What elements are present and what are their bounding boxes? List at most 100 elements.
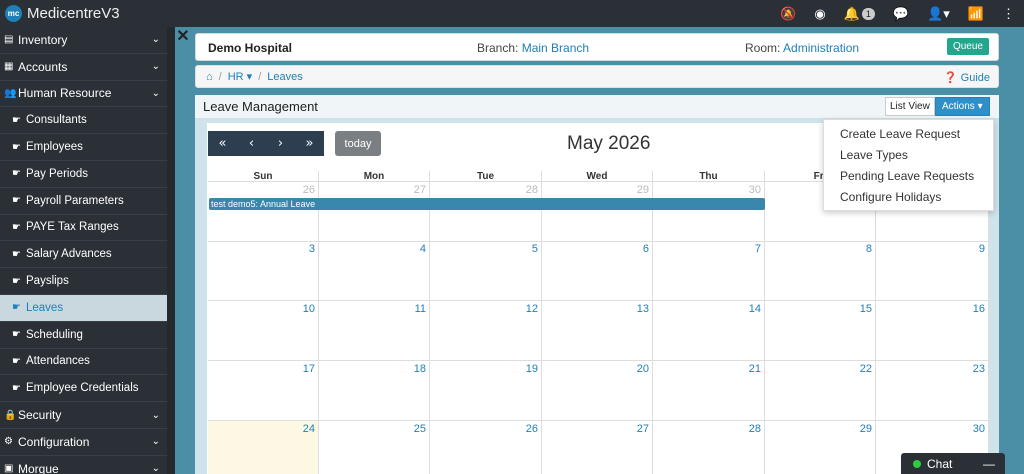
breadcrumb-leaves[interactable]: Leaves xyxy=(267,71,302,83)
sidebar-item-morgue[interactable]: ▣ Morgue ⌄ xyxy=(0,456,167,474)
user-circle-icon[interactable]: ◉ xyxy=(814,6,825,22)
calendar-day-cell[interactable]: 11 xyxy=(319,301,430,361)
sidebar: ▤ Inventory ⌄ ▦ Accounts ⌄ 👥 Human Resou… xyxy=(0,27,167,474)
next-month-button[interactable]: › xyxy=(266,131,295,156)
calendar-day-cell[interactable]: 5 xyxy=(430,241,542,301)
building-icon: ▣ xyxy=(4,463,14,474)
chevron-down-icon: ⌄ xyxy=(151,61,160,73)
last-month-button[interactable]: » xyxy=(295,131,324,156)
calendar-day-cell[interactable]: 14 xyxy=(653,301,765,361)
calendar-day-cell[interactable]: 13 xyxy=(542,301,653,361)
actions-button[interactable]: Actions ▾ xyxy=(935,97,990,116)
sidebar-item-payroll-parameters[interactable]: ☛ Payroll Parameters xyxy=(0,188,167,215)
day-number: 16 xyxy=(972,303,985,315)
calendar-day-cell[interactable]: 21 xyxy=(653,361,765,421)
sidebar-item-leaves[interactable]: ☛ Leaves xyxy=(0,294,167,322)
calendar-day-cell[interactable]: 26 xyxy=(430,421,542,474)
day-number: 26 xyxy=(302,184,315,196)
hand-pointer-icon: ☛ xyxy=(12,248,21,260)
calendar-day-cell[interactable]: 26 xyxy=(208,182,319,242)
sidebar-item-label: Leaves xyxy=(26,301,64,314)
menu-item-leave-types[interactable]: Leave Types xyxy=(824,145,993,166)
calendar-day-cell[interactable]: 8 xyxy=(765,241,876,301)
breadcrumb-hr[interactable]: HR ▾ xyxy=(228,70,252,83)
calendar-day-cell[interactable]: 19 xyxy=(430,361,542,421)
question-circle-icon: ❓ xyxy=(943,72,958,84)
calendar-day-cell[interactable]: 30 xyxy=(653,182,765,242)
calendar-day-cell[interactable]: 9 xyxy=(876,241,989,301)
calendar-day-cell[interactable]: 29 xyxy=(765,421,876,474)
sidebar-item-paye-tax-ranges[interactable]: ☛ PAYE Tax Ranges xyxy=(0,215,167,242)
list-view-button[interactable]: List View xyxy=(885,97,935,116)
chat-widget[interactable]: Chat — xyxy=(901,453,1005,474)
sidebar-item-human-resource[interactable]: 👥 Human Resource ⌄ xyxy=(0,81,167,108)
sidebar-item-configuration[interactable]: ⚙ Configuration ⌄ xyxy=(0,429,167,456)
calendar-day-cell[interactable]: 23 xyxy=(876,361,989,421)
close-icon[interactable]: ✕ xyxy=(175,29,191,45)
sidebar-item-employee-credentials[interactable]: ☛ Employee Credentials xyxy=(0,375,167,403)
sidebar-item-inventory[interactable]: ▤ Inventory ⌄ xyxy=(0,27,167,54)
home-icon[interactable]: ⌂ xyxy=(206,71,213,83)
day-number: 24 xyxy=(302,423,315,435)
calendar-event[interactable]: test demo5: Annual Leave xyxy=(209,198,765,210)
calendar-day-cell[interactable]: 27 xyxy=(542,421,653,474)
sidebar-item-security[interactable]: 🔒 Security ⌄ xyxy=(0,402,167,429)
calendar-day-cell[interactable]: 17 xyxy=(208,361,319,421)
room-link[interactable]: Administration xyxy=(783,41,859,55)
calendar-day-cell[interactable]: 7 xyxy=(653,241,765,301)
calendar-day-cell[interactable]: 20 xyxy=(542,361,653,421)
day-number: 18 xyxy=(413,363,426,375)
sidebar-scrollbar[interactable] xyxy=(167,27,175,474)
brand[interactable]: mc MedicentreV3 xyxy=(0,5,120,22)
chat-bubbles-icon[interactable]: 💬 xyxy=(893,6,909,22)
calendar-day-cell[interactable]: 28 xyxy=(653,421,765,474)
breadcrumb-separator: / xyxy=(218,70,222,83)
mute-icon[interactable]: 🔕 xyxy=(780,6,796,22)
calendar-day-cell[interactable]: 15 xyxy=(765,301,876,361)
sidebar-item-payslips[interactable]: ☛ Payslips xyxy=(0,268,167,295)
calendar-day-cell[interactable]: 24 xyxy=(208,421,319,474)
sidebar-item-pay-periods[interactable]: ☛ Pay Periods xyxy=(0,161,167,188)
top-icons: 🔕 ◉ 🔔 1 💬 👤▾ 📶 ⋮ xyxy=(771,0,1024,27)
calendar-day-cell[interactable]: 22 xyxy=(765,361,876,421)
queue-button[interactable]: Queue xyxy=(946,38,989,55)
calendar-day-cell[interactable]: 16 xyxy=(876,301,989,361)
hand-pointer-icon: ☛ xyxy=(12,221,21,233)
user-menu-icon[interactable]: 👤▾ xyxy=(927,6,950,22)
calendar-day-cell[interactable]: 29 xyxy=(542,182,653,242)
calendar-day-cell[interactable]: 3 xyxy=(208,241,319,301)
prev-month-button[interactable]: ‹ xyxy=(237,131,266,156)
day-number: 11 xyxy=(414,303,426,315)
notifications-bell[interactable]: 🔔 1 xyxy=(844,6,875,22)
calendar-day-cell[interactable]: 6 xyxy=(542,241,653,301)
sidebar-item-employees[interactable]: ☛ Employees xyxy=(0,134,167,161)
calendar-day-cell[interactable]: 27 xyxy=(319,182,430,242)
calendar-day-cell[interactable]: 28 xyxy=(430,182,542,242)
menu-item-configure-holidays[interactable]: Configure Holidays xyxy=(824,187,993,208)
calendar-day-cell[interactable]: 18 xyxy=(319,361,430,421)
calendar-day-cell[interactable]: 10 xyxy=(208,301,319,361)
day-number: 29 xyxy=(636,184,649,196)
more-vertical-icon[interactable]: ⋮ xyxy=(1002,6,1015,22)
sidebar-item-label: Configuration xyxy=(18,434,90,449)
sidebar-item-accounts[interactable]: ▦ Accounts ⌄ xyxy=(0,54,167,81)
sidebar-item-label: Consultants xyxy=(26,114,87,127)
menu-item-create-leave-request[interactable]: Create Leave Request xyxy=(824,124,993,145)
minimize-icon[interactable]: — xyxy=(983,457,995,471)
guide-link[interactable]: ❓ Guide xyxy=(944,71,990,84)
chevron-down-icon: ⌄ xyxy=(151,436,160,448)
app-title: MedicentreV3 xyxy=(27,5,120,22)
first-month-button[interactable]: « xyxy=(208,131,237,156)
calendar-day-cell[interactable]: 12 xyxy=(430,301,542,361)
today-button[interactable]: today xyxy=(335,131,381,156)
sidebar-item-scheduling[interactable]: ☛ Scheduling xyxy=(0,322,167,349)
day-number: 19 xyxy=(525,363,538,375)
calendar-day-cell[interactable]: 4 xyxy=(319,241,430,301)
guide-label: Guide xyxy=(960,72,990,84)
menu-item-pending-leave-requests[interactable]: Pending Leave Requests xyxy=(824,166,993,187)
sidebar-item-attendances[interactable]: ☛ Attendances xyxy=(0,349,167,376)
sidebar-item-consultants[interactable]: ☛ Consultants xyxy=(0,107,167,135)
sidebar-item-salary-advances[interactable]: ☛ Salary Advances xyxy=(0,241,167,269)
calendar-day-cell[interactable]: 25 xyxy=(319,421,430,474)
branch-link[interactable]: Main Branch xyxy=(522,41,589,55)
